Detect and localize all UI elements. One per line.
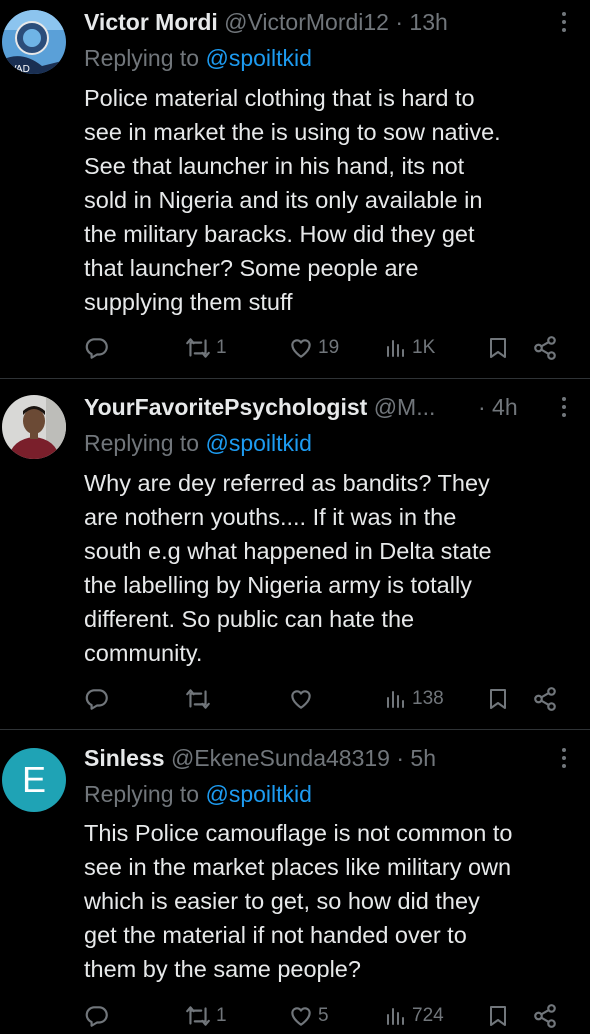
display-name[interactable]: Sinless [84, 745, 165, 771]
tweet-text: Why are dey referred as bandits? They ar… [84, 470, 492, 666]
user-handle[interactable]: @VictorMordi12 [224, 9, 389, 35]
more-icon[interactable] [560, 397, 568, 421]
views-icon [387, 691, 404, 708]
replying-to: Replying to @spoiltkid [84, 41, 312, 75]
reply-button[interactable] [84, 998, 110, 1034]
heart-icon [291, 1007, 311, 1026]
views-button[interactable]: 724 [384, 998, 444, 1034]
share-icon [534, 687, 556, 711]
tweet-actions: 1 19 1K [0, 330, 590, 366]
display-name[interactable]: Victor Mordi [84, 9, 218, 35]
display-name[interactable]: YourFavoritePsychologist [84, 394, 367, 420]
bookmark-button[interactable] [486, 681, 510, 717]
svg-text:VAD: VAD [10, 64, 30, 74]
reply-icon [85, 338, 108, 359]
tweet-3[interactable]: E Sinless @EkeneSunda48319 · 5h Replying… [0, 730, 590, 1028]
more-icon[interactable] [560, 12, 568, 36]
retweet-button[interactable]: 1 [184, 998, 227, 1034]
replying-mention[interactable]: @spoiltkid [205, 430, 311, 456]
avatar[interactable]: VAD [2, 10, 66, 74]
retweet-button[interactable]: 1 [184, 330, 227, 366]
views-count: 1K [412, 337, 436, 358]
views-count: 138 [412, 688, 444, 709]
replying-to: Replying to @spoiltkid [84, 426, 312, 460]
bookmark-icon [490, 338, 506, 358]
bookmark-icon [490, 1006, 506, 1026]
views-button[interactable]: 138 [384, 681, 444, 717]
share-button[interactable] [532, 998, 558, 1034]
retweet-icon [186, 689, 210, 709]
tweet-text: Police material clothing that is hard to… [84, 85, 501, 315]
heart-icon [291, 339, 311, 358]
bookmark-button[interactable] [486, 330, 510, 366]
tweet-2[interactable]: YourFavoritePsychologist @M... · 4h Repl… [0, 379, 590, 729]
tweet-1[interactable]: VAD Victor Mordi @VictorMordi12 · 13h Re… [0, 0, 590, 378]
tweet-time: · 4h [478, 389, 550, 425]
timestamp[interactable]: · 13h [395, 9, 447, 35]
replying-to: Replying to @spoiltkid [84, 777, 312, 811]
like-button[interactable]: 19 [288, 330, 339, 366]
views-icon [387, 340, 404, 357]
tweet-actions: 1 5 724 [0, 998, 590, 1034]
views-button[interactable]: 1K [384, 330, 435, 366]
like-count: 19 [318, 337, 340, 358]
reply-button[interactable] [84, 681, 110, 717]
tweet-actions: 138 [0, 681, 590, 717]
retweet-button[interactable] [184, 681, 216, 717]
replying-label: Replying to [84, 45, 200, 71]
replying-mention[interactable]: @spoiltkid [205, 781, 311, 807]
reply-icon [85, 1006, 108, 1027]
like-button[interactable]: 5 [288, 998, 329, 1034]
tweet-header: Victor Mordi @VictorMordi12 · 13h [84, 4, 550, 40]
user-handle[interactable]: @EkeneSunda48319 [171, 745, 390, 771]
heart-icon [291, 690, 311, 709]
share-icon [534, 1004, 556, 1028]
share-button[interactable] [532, 681, 558, 717]
retweet-count: 1 [216, 337, 227, 358]
avatar-letter: E [21, 759, 46, 800]
user-handle[interactable]: @M... [374, 394, 436, 420]
replying-label: Replying to [84, 430, 200, 456]
bookmark-icon [490, 689, 506, 709]
retweet-icon [186, 1006, 210, 1026]
views-icon [387, 1008, 404, 1025]
share-icon [534, 336, 556, 360]
timestamp[interactable]: · 4h [478, 394, 518, 420]
share-button[interactable] [532, 330, 558, 366]
replying-mention[interactable]: @spoiltkid [205, 45, 311, 71]
more-icon[interactable] [560, 748, 568, 772]
tweet-text: This Police camouflage is not common to … [84, 820, 513, 982]
reply-button[interactable] [84, 330, 110, 366]
reply-icon [85, 689, 108, 710]
replying-label: Replying to [84, 781, 200, 807]
avatar[interactable] [2, 395, 66, 459]
tweet-header: Sinless @EkeneSunda48319 · 5h [84, 740, 550, 776]
timestamp[interactable]: · 5h [396, 745, 436, 771]
retweet-icon [186, 338, 210, 358]
avatar[interactable]: E [2, 748, 66, 812]
bookmark-button[interactable] [486, 998, 510, 1034]
like-button[interactable] [288, 681, 318, 717]
